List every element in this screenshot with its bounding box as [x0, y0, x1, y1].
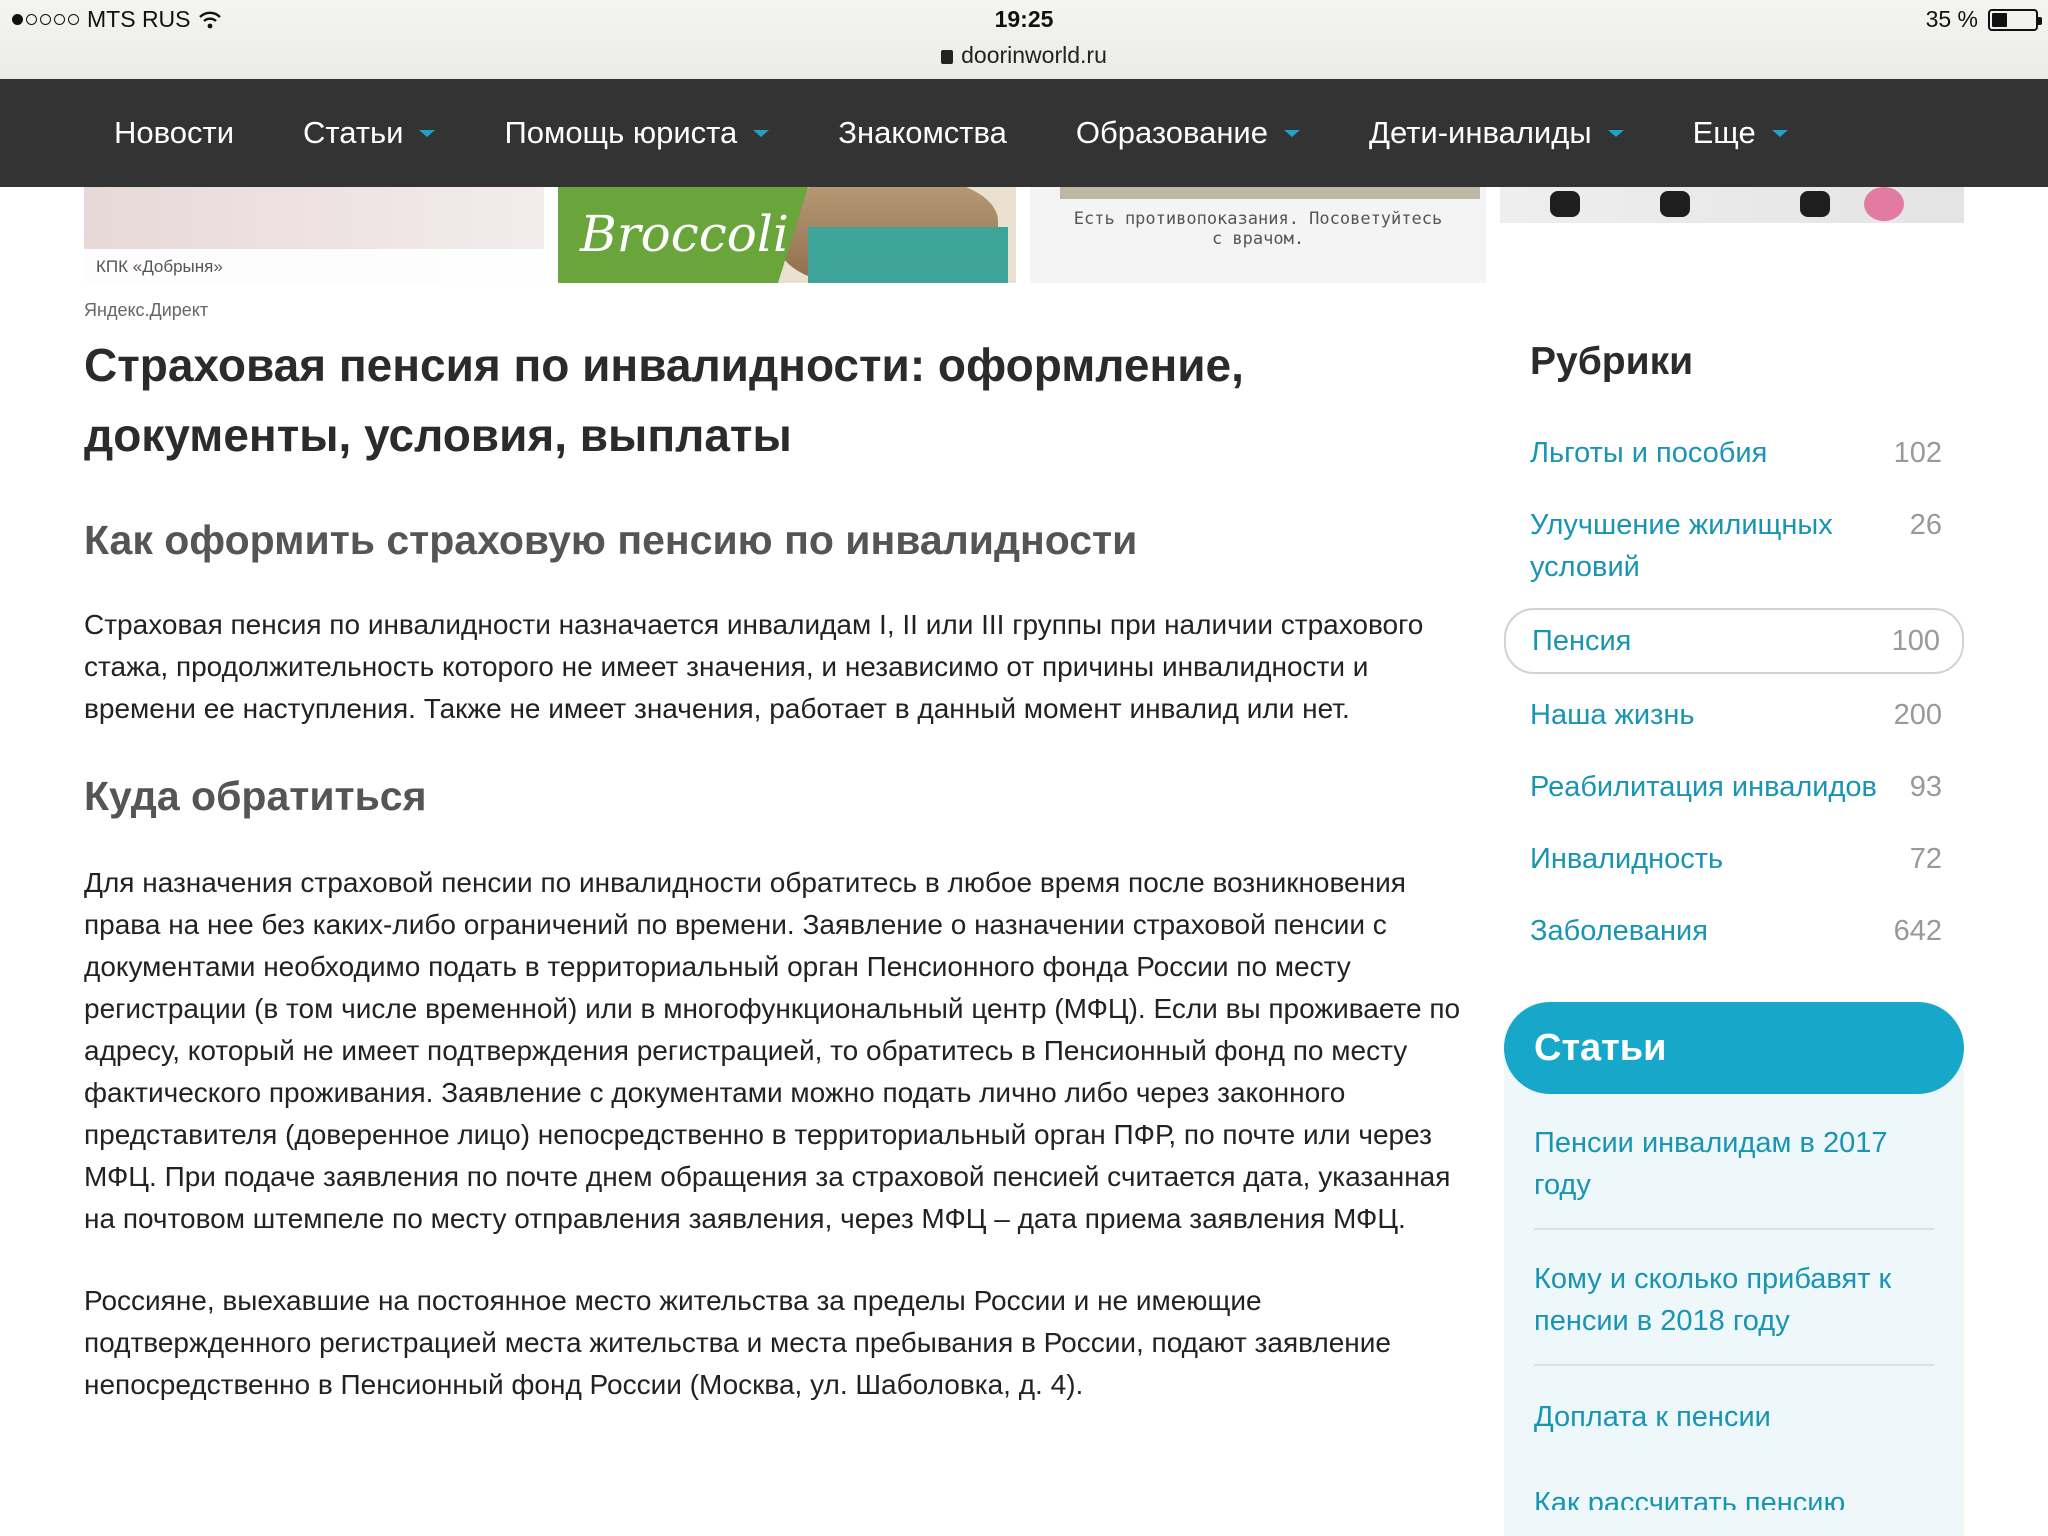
nav-item-dating[interactable]: Знакомства — [838, 115, 1007, 151]
ad-brand-logo: Broccoli — [580, 205, 789, 263]
main-navigation: Новости Статьи Помощь юриста Знакомства … — [0, 79, 2048, 187]
nav-label: Еще — [1692, 115, 1756, 150]
rubric-name: Пенсия — [1532, 625, 1632, 657]
ad-banner-3[interactable]: Есть противопоказания. Посоветуйтесь с в… — [1030, 187, 1486, 283]
section-heading: Как оформить страховую пенсию по инвалид… — [84, 517, 1138, 563]
rubric-count: 642 — [1893, 915, 1942, 947]
ad-image — [1550, 191, 1580, 217]
rubric-item[interactable]: Наша жизнь 200 — [1504, 684, 1964, 746]
nav-item-disabled-children[interactable]: Дети-инвалиды — [1369, 115, 1624, 151]
rubric-name: Улучшение жилищных условий — [1530, 509, 1833, 583]
rubric-item[interactable]: Улучшение жилищных условий 26 — [1504, 494, 1964, 598]
nav-item-education[interactable]: Образование — [1076, 115, 1300, 151]
rubric-name: Наша жизнь — [1530, 699, 1695, 731]
ad-banner-1[interactable]: КПК «Добрыня» — [84, 187, 544, 283]
nav-item-more[interactable]: Еще — [1693, 115, 1788, 151]
chevron-down-icon — [1284, 129, 1300, 137]
article-link[interactable]: Как рассчитать пенсию — [1534, 1460, 1934, 1510]
nav-label: Статьи — [303, 115, 404, 150]
nav-item-articles[interactable]: Статьи — [303, 115, 436, 151]
battery-icon — [1988, 8, 2042, 31]
address-bar[interactable]: doorinworld.ru — [0, 42, 2048, 69]
chevron-down-icon — [753, 129, 770, 137]
ad-source-label[interactable]: Яндекс.Директ — [84, 300, 208, 321]
url-text: doorinworld.ru — [961, 42, 1107, 68]
page-title: Страховая пенсия по инвалидности: оформл… — [84, 339, 1244, 461]
rubric-count: 102 — [1893, 437, 1942, 469]
ad-disclaimer: Есть противопоказания. Посоветуйтесь с в… — [1073, 209, 1443, 249]
article-paragraph: Россияне, выехавшие на постоянное место … — [84, 1285, 1391, 1400]
chevron-down-icon — [1771, 129, 1788, 137]
battery-percent: 35 % — [1925, 6, 1978, 32]
section-heading: Куда обратиться — [84, 773, 427, 819]
article-paragraph: Страховая пенсия по инвалидности назнача… — [84, 609, 1424, 724]
article-paragraph: Для назначения страховой пенсии по инвал… — [84, 867, 1461, 1234]
rubric-name: Льготы и пособия — [1530, 437, 1768, 469]
nav-label: Образование — [1075, 115, 1268, 150]
rubric-count: 72 — [1909, 843, 1942, 875]
rubric-count: 93 — [1909, 771, 1942, 803]
chevron-down-icon — [1607, 129, 1624, 137]
rubrics-list: Льготы и пособия 102 Улучшение жилищных у… — [1504, 422, 1964, 962]
rubric-item[interactable]: Льготы и пособия 102 — [1504, 422, 1964, 484]
ad-strip: КПК «Добрыня» Broccoli Есть противопоказ… — [0, 187, 2048, 287]
chevron-down-icon — [419, 129, 436, 137]
rubric-count: 200 — [1893, 699, 1942, 731]
articles-heading: Статьи — [1504, 1002, 1964, 1094]
rubric-item[interactable]: Заболевания 642 — [1504, 900, 1964, 962]
article: Страховая пенсия по инвалидности: оформл… — [84, 330, 1464, 1406]
nav-label: Дети-инвалиды — [1369, 115, 1592, 150]
nav-item-lawyer-help[interactable]: Помощь юриста — [504, 115, 770, 151]
ad-banner-2[interactable]: Broccoli — [558, 187, 1016, 283]
rubric-name: Реабилитация инвалидов — [1530, 771, 1877, 803]
rubrics-heading: Рубрики — [1530, 340, 1694, 383]
rubric-item[interactable]: Реабилитация инвалидов 93 — [1504, 756, 1964, 818]
nav-label: Новости — [114, 115, 235, 150]
battery-status: 35 % — [1925, 6, 2042, 33]
sidebar: Рубрики Льготы и пособия 102 Улучшение жи… — [1504, 340, 1964, 1536]
articles-widget: Статьи Пенсии инвалидам в 2017 году Кому… — [1504, 1002, 1964, 1536]
rubric-name: Инвалидность — [1530, 843, 1724, 875]
rubric-count: 26 — [1909, 509, 1942, 541]
status-bar: MTS RUS 19:25 35 % doorinworld.ru — [0, 0, 2048, 79]
article-link[interactable]: Пенсии инвалидам в 2017 году — [1534, 1094, 1934, 1230]
ad-banner-4[interactable] — [1500, 187, 1964, 223]
rubric-name: Заболевания — [1530, 915, 1708, 947]
nav-label: Знакомства — [838, 115, 1007, 150]
nav-label: Помощь юриста — [504, 115, 738, 150]
rubric-item-active[interactable]: Пенсия 100 — [1504, 608, 1964, 674]
article-link[interactable]: Доплата к пенсии — [1534, 1366, 1934, 1460]
article-link[interactable]: Кому и сколько прибавят к пенсии в 2018 … — [1534, 1230, 1934, 1366]
nav-item-news[interactable]: Новости — [114, 115, 234, 151]
clock: 19:25 — [994, 6, 1054, 32]
rubric-item[interactable]: Инвалидность 72 — [1504, 828, 1964, 890]
ad-image — [1060, 187, 1480, 199]
lock-icon — [941, 50, 954, 64]
rubric-count: 100 — [1891, 625, 1940, 657]
ad-caption: КПК «Добрыня» — [84, 249, 544, 283]
